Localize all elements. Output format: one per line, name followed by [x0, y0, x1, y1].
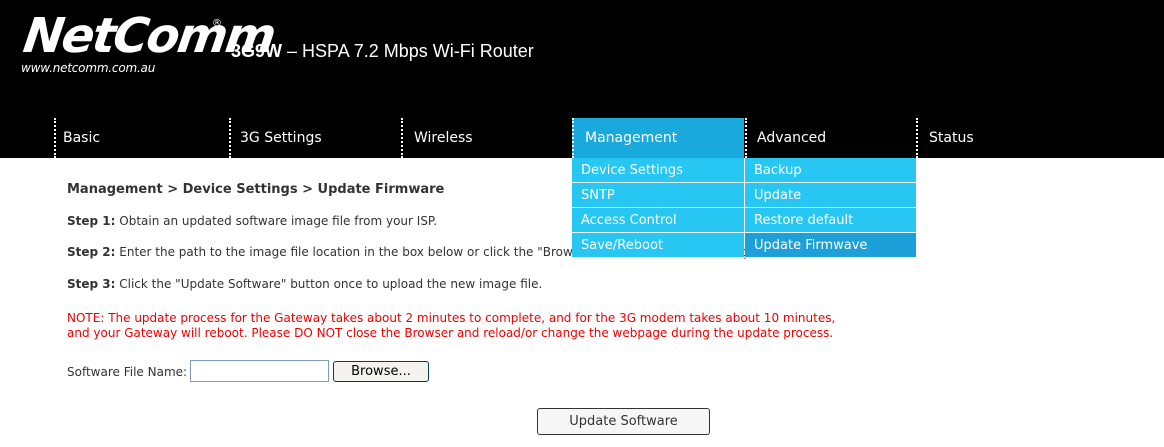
menu-item-sntp[interactable]: SNTP	[572, 183, 744, 208]
product-description: – HSPA 7.2 Mbps Wi-Fi Router	[282, 41, 534, 61]
nav-item-basic[interactable]: Basic	[63, 118, 100, 158]
menu-item-update[interactable]: Update	[745, 183, 916, 208]
nav-item-3g-settings[interactable]: 3G Settings	[240, 118, 322, 158]
nav-separator	[572, 118, 574, 158]
nav-separator	[54, 118, 56, 158]
file-name-label: Software File Name:	[67, 365, 188, 379]
nav-separator	[916, 118, 918, 158]
step-label: Step 1:	[67, 214, 116, 228]
menu-item-device-settings[interactable]: Device Settings	[572, 158, 744, 183]
menu-item-access-control[interactable]: Access Control	[572, 208, 744, 233]
menu-item-update-firmware[interactable]: Update Firmwave	[745, 233, 916, 258]
header-banner: NetComm ® www.netcomm.com.au 3G9W – HSPA…	[0, 0, 1164, 118]
main-nav: Basic 3G Settings Wireless Management Ad…	[0, 118, 1164, 158]
logo-url: www.netcomm.com.au	[21, 61, 156, 75]
breadcrumb: Management > Device Settings > Update Fi…	[67, 182, 445, 197]
step-text: Click the "Update Software" button once …	[115, 277, 543, 291]
nav-item-advanced[interactable]: Advanced	[757, 118, 826, 158]
menu-item-save-reboot[interactable]: Save/Reboot	[572, 233, 744, 258]
nav-separator	[401, 118, 403, 158]
file-path-input[interactable]	[190, 360, 329, 382]
menu-item-restore-default[interactable]: Restore default	[745, 208, 916, 233]
menu-item-backup[interactable]: Backup	[745, 158, 916, 183]
note-line-2: and your Gateway will reboot. Please DO …	[67, 326, 834, 340]
step-3: Step 3: Click the "Update Software" butt…	[67, 277, 542, 291]
nav-separator	[745, 118, 747, 158]
note-line-1: NOTE: The update process for the Gateway…	[67, 311, 836, 325]
product-model: 3G9W	[231, 41, 283, 61]
update-software-button[interactable]: Update Software	[537, 408, 710, 435]
step-1: Step 1: Obtain an updated software image…	[67, 214, 437, 228]
nav-item-wireless[interactable]: Wireless	[414, 118, 473, 158]
nav-separator	[229, 118, 231, 158]
step-label: Step 3:	[67, 277, 116, 291]
nav-item-management[interactable]: Management	[572, 118, 744, 158]
step-label: Step 2:	[67, 245, 116, 259]
browse-button[interactable]: Browse...	[333, 361, 429, 382]
step-text: Obtain an updated software image file fr…	[115, 214, 438, 228]
product-title: 3G9W – HSPA 7.2 Mbps Wi-Fi Router	[231, 41, 534, 62]
nav-item-status[interactable]: Status	[929, 118, 974, 158]
registered-mark: ®	[212, 18, 222, 29]
